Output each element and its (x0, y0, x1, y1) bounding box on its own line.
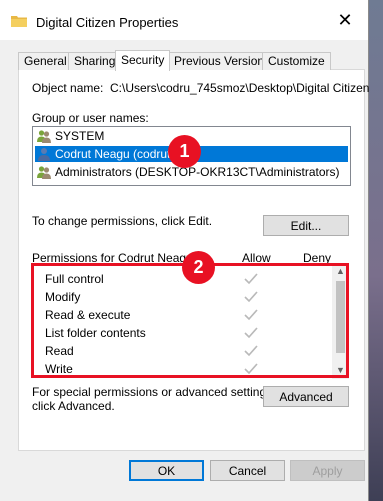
tab-previous-versions[interactable]: Previous Versions (168, 52, 277, 70)
folder-icon (11, 16, 27, 27)
user-item-label: Administrators (DESKTOP-OKR13CT\Administ… (55, 165, 340, 179)
object-name-value: C:\Users\codru_745smoz\Desktop\Digital C… (110, 81, 370, 95)
allow-check-icon (244, 363, 258, 375)
close-button[interactable]: ✕ (322, 0, 368, 40)
permission-row-read: Read (45, 344, 74, 358)
user-item-label: Codrut Neagu (codrut (55, 147, 171, 161)
edit-button[interactable]: Edit... (263, 215, 349, 236)
allow-check-icon (244, 309, 258, 321)
permission-row-modify: Modify (45, 290, 81, 304)
special-permissions-hint-line1: For special permissions or advanced sett… (32, 385, 276, 399)
scroll-up-icon[interactable]: ▲ (332, 263, 349, 280)
change-hint: To change permissions, click Edit. (32, 214, 213, 228)
permission-row-full-control: Full control (45, 272, 104, 286)
tab-sharing[interactable]: Sharing (68, 52, 122, 70)
scroll-down-icon[interactable]: ▼ (332, 362, 349, 379)
allow-check-icon (244, 345, 258, 357)
tab-general[interactable]: General (18, 52, 73, 70)
annotation-badge-1: 1 (168, 135, 201, 168)
tab-security[interactable]: Security (115, 50, 171, 71)
user-item-system[interactable]: SYSTEM (35, 128, 104, 144)
advanced-button[interactable]: Advanced (263, 386, 349, 407)
groups-label: Group or user names: (32, 111, 149, 125)
title-bar: Digital Citizen Properties ✕ (0, 0, 368, 40)
permission-row-read-execute: Read & execute (45, 308, 131, 322)
allow-check-icon (244, 291, 258, 303)
permission-row-write: Write (45, 362, 73, 376)
properties-dialog: Digital Citizen Properties ✕ General Sha… (0, 0, 369, 501)
special-permissions-hint-line2: click Advanced. (32, 399, 115, 413)
allow-check-icon (244, 273, 258, 285)
user-item-label: SYSTEM (55, 129, 105, 143)
apply-button: Apply (290, 460, 365, 481)
scroll-thumb[interactable] (336, 281, 345, 353)
allow-check-icon (244, 327, 258, 339)
group-users-icon (37, 130, 51, 143)
ok-button[interactable]: OK (129, 460, 204, 481)
object-name-label: Object name: (32, 81, 104, 95)
cancel-button[interactable]: Cancel (210, 460, 285, 481)
group-users-icon (37, 166, 51, 179)
window-title: Digital Citizen Properties (36, 15, 179, 30)
tab-customize[interactable]: Customize (262, 52, 331, 70)
permission-row-list-folder-contents: List folder contents (45, 326, 146, 340)
permissions-scrollbar[interactable]: ▲ ▼ (332, 263, 349, 379)
annotation-badge-2: 2 (182, 251, 215, 284)
user-icon (38, 148, 50, 161)
